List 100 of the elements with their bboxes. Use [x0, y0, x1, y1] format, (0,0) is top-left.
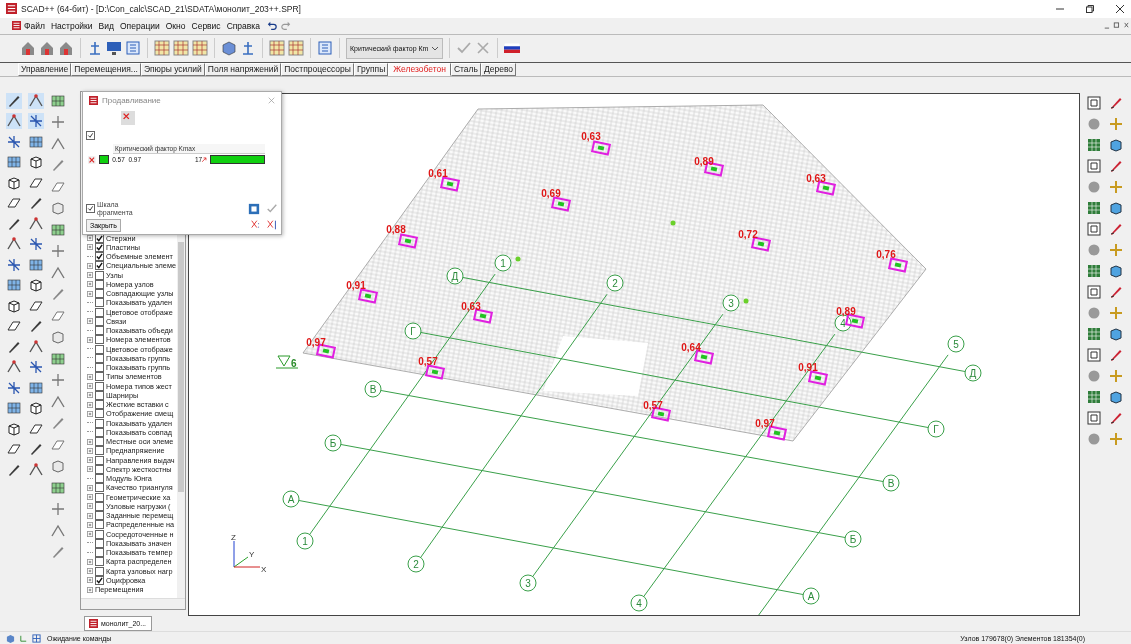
expand-icon[interactable] [87, 383, 93, 390]
checkbox[interactable] [95, 344, 104, 354]
grid-icon[interactable] [50, 479, 66, 496]
pencil-icon[interactable] [28, 195, 44, 212]
expand-icon[interactable] [87, 568, 93, 575]
grid-icon[interactable] [173, 40, 189, 57]
expand-icon[interactable] [87, 466, 93, 473]
menu-item[interactable]: Окно [162, 20, 189, 31]
grid-icon[interactable] [1086, 262, 1102, 279]
cross-icon[interactable] [6, 379, 22, 396]
delete-icon[interactable] [88, 155, 96, 164]
checkbox[interactable] [95, 243, 104, 252]
expand-icon[interactable] [87, 503, 93, 510]
expand-icon[interactable] [87, 263, 93, 269]
checkbox[interactable] [95, 261, 104, 271]
menu-item[interactable]: Файл [21, 20, 48, 31]
cube-icon[interactable] [28, 154, 44, 171]
checkbox[interactable] [86, 204, 95, 214]
checkbox[interactable] [95, 465, 104, 474]
cross-icon[interactable] [50, 243, 66, 260]
house-icon[interactable] [58, 40, 74, 57]
grid-icon[interactable] [50, 92, 66, 109]
expand-icon[interactable] [87, 522, 93, 528]
cube-icon[interactable] [1108, 262, 1124, 279]
grid-icon[interactable] [28, 256, 44, 273]
checkbox[interactable] [95, 529, 104, 539]
checkbox[interactable] [95, 270, 104, 280]
grid-icon[interactable] [28, 379, 44, 396]
flag-icon[interactable] [504, 43, 521, 54]
cube-icon[interactable] [28, 400, 44, 417]
monitor-icon[interactable] [106, 40, 122, 57]
grid-icon[interactable] [50, 221, 66, 238]
checkbox[interactable] [95, 557, 104, 567]
expand-icon[interactable] [87, 494, 93, 501]
checkbox[interactable] [95, 520, 104, 530]
checkbox[interactable] [95, 307, 104, 317]
mdi-controls-icon[interactable] [1103, 21, 1129, 31]
delete-icon[interactable] [121, 110, 135, 125]
restore-icon[interactable] [1085, 3, 1095, 14]
cross-icon[interactable] [50, 501, 66, 518]
expand-icon[interactable] [87, 577, 93, 584]
cross-icon[interactable] [28, 359, 44, 376]
expand-icon[interactable] [87, 586, 93, 593]
axis-toggle-icon[interactable] [266, 219, 278, 232]
grid-icon[interactable] [269, 40, 285, 57]
grid-icon[interactable] [32, 633, 41, 643]
checkbox[interactable] [95, 298, 104, 308]
grid-icon[interactable] [1086, 325, 1102, 342]
checkbox[interactable] [95, 381, 104, 391]
checkbox[interactable] [95, 446, 104, 456]
expand-icon[interactable] [87, 392, 93, 399]
grid-icon[interactable] [1086, 388, 1102, 405]
checkbox[interactable] [95, 483, 104, 493]
expand-icon[interactable] [87, 448, 93, 454]
cube-icon[interactable] [6, 174, 22, 191]
expand-icon[interactable] [87, 438, 93, 445]
expand-icon[interactable] [87, 244, 93, 251]
checkbox[interactable] [95, 252, 104, 262]
checkbox[interactable] [95, 474, 104, 484]
checkbox[interactable] [95, 548, 104, 558]
grid-icon[interactable] [192, 40, 208, 57]
checkbox[interactable] [95, 372, 104, 382]
checkbox[interactable] [95, 539, 104, 548]
cross-icon[interactable] [6, 256, 22, 273]
expand-icon[interactable] [87, 374, 93, 380]
close-icon[interactable] [1115, 3, 1125, 14]
checkbox[interactable] [86, 130, 95, 140]
checkbox[interactable] [95, 400, 104, 410]
checkbox[interactable] [95, 502, 104, 511]
checkbox[interactable] [95, 566, 104, 576]
expand-icon[interactable] [87, 337, 93, 343]
check-icon[interactable] [266, 202, 278, 215]
menu-item[interactable]: Настройки [47, 20, 96, 31]
checkbox[interactable] [95, 317, 104, 326]
checkbox[interactable] [95, 289, 104, 299]
checkbox[interactable] [95, 418, 104, 428]
caret-icon[interactable] [431, 45, 440, 51]
grid-icon[interactable] [6, 400, 22, 417]
checkbox[interactable] [95, 428, 104, 437]
cross-icon[interactable] [6, 133, 22, 150]
cube-icon[interactable] [28, 277, 44, 294]
expand-icon[interactable] [87, 281, 93, 288]
expand-icon[interactable] [87, 411, 93, 417]
menu-item[interactable]: Вид [95, 20, 117, 31]
checkbox[interactable] [95, 335, 104, 345]
checkbox[interactable] [95, 326, 104, 336]
menu-item[interactable]: Сервис [188, 20, 224, 31]
cross-icon[interactable] [50, 114, 66, 131]
horizontal-scrollbar[interactable] [81, 598, 185, 610]
menu-item[interactable]: Справка [223, 20, 263, 31]
cube-icon[interactable] [1108, 136, 1124, 153]
expand-icon[interactable] [87, 235, 93, 242]
checkbox[interactable] [95, 455, 104, 465]
grid-icon[interactable] [6, 277, 22, 294]
cross-icon[interactable] [28, 236, 44, 253]
cube-icon[interactable] [6, 420, 22, 437]
expand-icon[interactable] [87, 401, 93, 408]
pencil-icon[interactable] [28, 318, 44, 335]
pencil-icon[interactable] [6, 92, 22, 109]
copy-icon[interactable] [248, 202, 260, 215]
